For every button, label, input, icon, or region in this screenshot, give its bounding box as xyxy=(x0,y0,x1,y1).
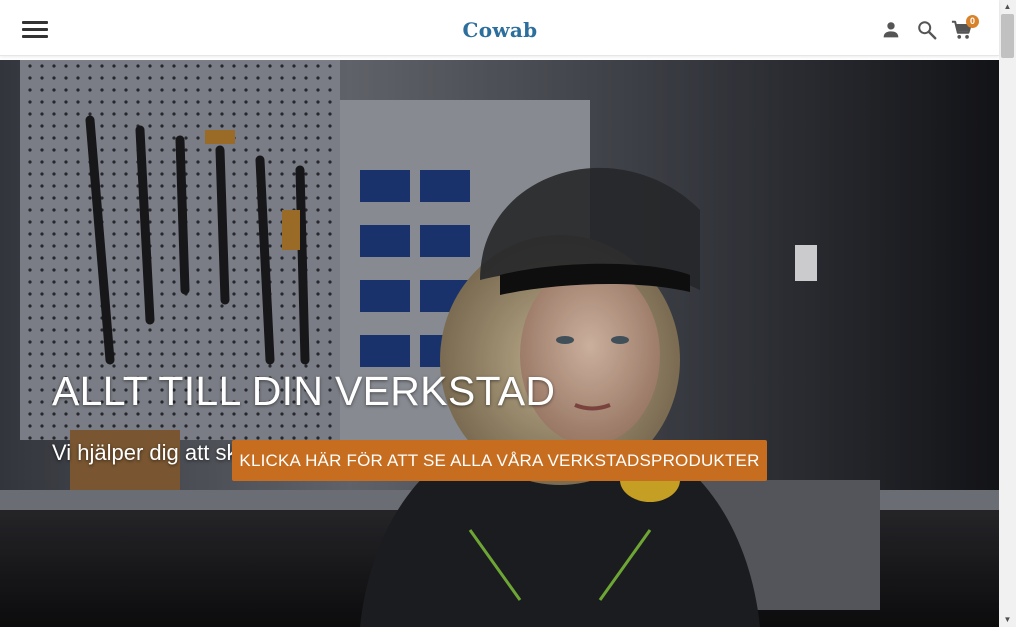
hamburger-menu-icon[interactable] xyxy=(22,19,48,41)
site-header: Cowab 0 xyxy=(0,0,999,56)
scroll-up-arrow-icon[interactable]: ▲ xyxy=(999,0,1016,14)
workshop-products-cta-button[interactable]: KLICKA HÄR FÖR ATT SE ALLA VÅRA VERKSTAD… xyxy=(232,440,767,481)
search-icon[interactable] xyxy=(916,19,938,41)
page-bottom-edge xyxy=(0,627,1016,644)
scrollbar-thumb[interactable] xyxy=(1001,14,1014,58)
hero-title: ALLT TILL DIN VERKSTAD xyxy=(52,368,556,414)
cart-count-badge: 0 xyxy=(966,15,979,28)
hero-background-image xyxy=(0,60,999,627)
user-icon[interactable] xyxy=(880,19,902,41)
site-logo[interactable]: Cowab xyxy=(462,18,538,42)
hero-banner: ALLT TILL DIN VERKSTAD Vi hjälper dig at… xyxy=(0,60,999,627)
scroll-down-arrow-icon[interactable]: ▼ xyxy=(999,613,1016,627)
vertical-scrollbar[interactable]: ▲ ▼ xyxy=(999,0,1016,627)
